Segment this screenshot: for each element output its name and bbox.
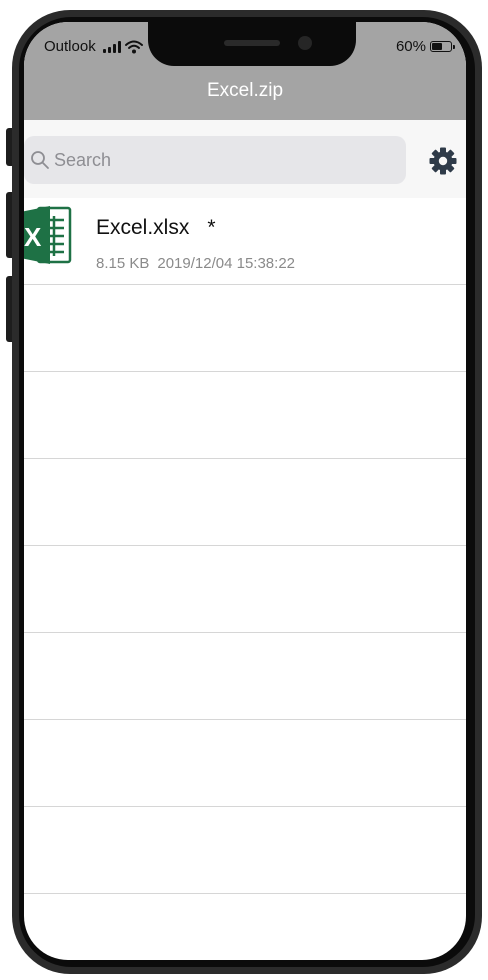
empty-row [24, 894, 466, 960]
file-name-text: Excel.xlsx [96, 216, 190, 239]
excel-file-icon: X [24, 206, 72, 264]
app-screen: Outlook 60% Excel.zip Search X Excel.xls… [24, 22, 466, 960]
battery-fill [432, 43, 442, 50]
status-bar-left: Outlook [44, 38, 143, 55]
signal-icon [102, 40, 121, 53]
search-bar[interactable] [24, 136, 406, 184]
file-list: X Excel.xlsx * 8.15 KB 2019/12/04 15:38:22 [24, 198, 466, 960]
carrier-label: Outlook [44, 38, 96, 55]
empty-row [24, 285, 466, 372]
battery-cap [453, 45, 455, 49]
empty-row [24, 459, 466, 546]
empty-row [24, 372, 466, 459]
empty-row [24, 546, 466, 633]
device-stage: Outlook 60% Excel.zip Search X Excel.xls… [0, 0, 488, 980]
file-name: Excel.xlsx * [96, 216, 216, 240]
file-modified-marker: * [207, 216, 216, 239]
file-date: 2019/12/04 15:38:22 [157, 255, 296, 272]
device-notch [148, 22, 356, 66]
file-row[interactable]: X Excel.xlsx * 8.15 KB 2019/12/04 15:38:22 [24, 198, 466, 285]
search-input[interactable] [54, 149, 374, 171]
search-icon [31, 151, 49, 169]
file-size: 8.15 KB [96, 255, 150, 272]
speaker-grille [224, 40, 280, 46]
status-bar-right: 60% [395, 38, 455, 55]
file-meta: 8.15 KB 2019/12/04 15:38:22 [96, 255, 295, 272]
svg-text:X: X [24, 222, 42, 252]
battery-percent: 60% [395, 38, 426, 55]
battery-icon [430, 41, 455, 52]
wifi-icon [124, 40, 143, 53]
empty-row [24, 807, 466, 894]
navigation-bar: Outlook 60% Excel.zip [24, 22, 466, 120]
gear-icon[interactable] [428, 146, 458, 176]
empty-row [24, 720, 466, 807]
search-area [24, 120, 466, 198]
front-camera [298, 36, 312, 50]
page-title: Excel.zip [206, 80, 284, 101]
empty-row [24, 633, 466, 720]
